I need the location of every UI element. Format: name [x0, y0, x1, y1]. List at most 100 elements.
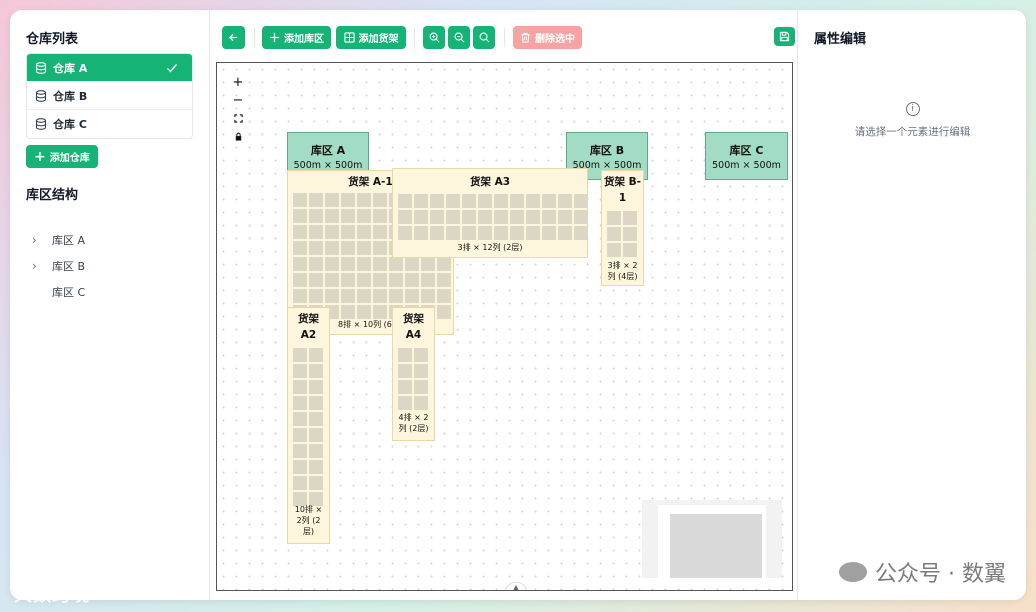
- warehouse-item-label: 仓库 C: [53, 118, 87, 131]
- back-button[interactable]: [222, 26, 245, 49]
- shelf-slot: [293, 444, 307, 458]
- shelf-slot: [325, 193, 339, 207]
- shelf-slot: [357, 273, 371, 287]
- canvas-zoom-out-button[interactable]: −: [229, 91, 247, 109]
- shelf-slot: [357, 241, 371, 255]
- zoom-in-button[interactable]: [423, 26, 445, 49]
- warehouse-item-a[interactable]: 仓库 A: [27, 54, 192, 82]
- search-icon: [479, 32, 489, 43]
- shelf-slot: [414, 194, 428, 208]
- shelf-a2[interactable]: 货架 A2 10排 × 2列 (2 层): [287, 307, 330, 544]
- lock-button[interactable]: [229, 127, 247, 145]
- shelf-slot: [373, 241, 387, 255]
- shelf-desc: 3排 × 2 列 (4层): [607, 261, 638, 281]
- shelf-slot: [357, 225, 371, 239]
- tree-item-area-c[interactable]: 库区 C: [26, 279, 193, 305]
- shelf-slot: [341, 257, 355, 271]
- delete-selected-label: 删除选中: [535, 34, 575, 45]
- shelf-slot: [574, 194, 588, 208]
- shelf-slot: [389, 289, 403, 303]
- lock-icon: [235, 132, 241, 141]
- shelf-slot: [373, 209, 387, 223]
- shelf-slot: [341, 241, 355, 255]
- shelf-slot: [414, 348, 428, 362]
- canvas-zoom-in-button[interactable]: +: [229, 73, 247, 91]
- zoom-out-button[interactable]: [448, 26, 470, 49]
- zoom-reset-button[interactable]: [473, 26, 495, 49]
- shelf-slot: [494, 210, 508, 224]
- shelf-slot: [574, 226, 588, 240]
- delete-selected-button[interactable]: 删除选中: [513, 26, 582, 49]
- warehouse-item-c[interactable]: 仓库 C: [27, 110, 192, 138]
- shelf-slot: [462, 210, 476, 224]
- shelf-slot: [430, 194, 444, 208]
- shelf-slot: [398, 194, 412, 208]
- add-warehouse-button[interactable]: + 添加仓库: [26, 145, 98, 168]
- shelf-slot: [542, 226, 556, 240]
- shelf-b-1[interactable]: 货架 B-1 3排 × 2 列 (4层): [601, 170, 644, 286]
- shelf-slot: [325, 273, 339, 287]
- app-window: 仓库列表 仓库 A 仓库 B 仓库 C + 添加仓库 库区结构 › 库区 A ›…: [10, 10, 1026, 600]
- shelf-slot: [373, 225, 387, 239]
- shelf-slot: [293, 193, 307, 207]
- shelf-slot: [293, 460, 307, 474]
- shelf-slot: [398, 210, 412, 224]
- shelf-name: 货架 A4: [403, 313, 424, 341]
- area-name: 库区 B: [589, 143, 625, 157]
- shelf-slot: [309, 476, 323, 490]
- shelf-slot: [293, 225, 307, 239]
- area-c[interactable]: 库区 C 500m × 500m: [705, 132, 788, 180]
- shelf-slot: [309, 273, 323, 287]
- shelf-slot: [357, 305, 371, 319]
- watermark-right: 公众号 · 数翼: [839, 556, 1006, 588]
- database-icon: [35, 61, 47, 74]
- shelf-slot: [607, 243, 621, 257]
- trash-icon: [521, 32, 530, 43]
- shelf-slot: [373, 193, 387, 207]
- shelf-slot: [405, 289, 419, 303]
- shelf-slot: [437, 289, 451, 303]
- save-button[interactable]: [774, 27, 795, 46]
- fit-view-button[interactable]: [229, 109, 247, 127]
- database-icon: [35, 118, 47, 130]
- shelf-slot: [478, 194, 492, 208]
- shelf-slot: [510, 226, 524, 240]
- chevron-right-icon[interactable]: ›: [32, 259, 46, 273]
- shelf-slot: [398, 364, 412, 378]
- properties-empty-text: 请选择一个元素进行编辑: [854, 126, 971, 138]
- minimap[interactable]: [642, 500, 782, 578]
- warehouse-item-b[interactable]: 仓库 B: [27, 82, 192, 110]
- chevron-right-icon[interactable]: ›: [32, 233, 46, 247]
- shelf-slot: [437, 305, 451, 319]
- layout-canvas[interactable]: + − 库区 A 500m × 500m 库区 B 500m × 500m 库区…: [216, 62, 793, 591]
- shelf-slot: [437, 257, 451, 271]
- shelf-name: 货架 A2: [298, 313, 319, 341]
- shelf-slot: [309, 380, 323, 394]
- shelf-slot: [510, 194, 524, 208]
- grid-icon: [343, 32, 355, 43]
- arrow-left-icon: [228, 33, 238, 42]
- shelf-slot: [293, 396, 307, 410]
- shelf-slot: [389, 273, 403, 287]
- tree-item-area-a[interactable]: › 库区 A: [26, 227, 193, 253]
- tree-item-area-b[interactable]: › 库区 B: [26, 253, 193, 279]
- shelf-slot: [341, 305, 355, 319]
- shelf-slot: [421, 257, 435, 271]
- collapse-toggle[interactable]: ▲: [505, 582, 527, 590]
- info-icon: i: [905, 102, 920, 116]
- shelf-slot: [607, 211, 621, 225]
- minimap-viewport[interactable]: [670, 514, 762, 578]
- add-warehouse-label: 添加仓库: [49, 153, 90, 164]
- shelf-slot: [341, 273, 355, 287]
- shelf-a3[interactable]: 货架 A3 3排 × 12列 (2层): [392, 168, 588, 258]
- shelf-slot: [623, 243, 637, 257]
- shelf-slot: [526, 210, 540, 224]
- add-shelf-button[interactable]: 添加货架: [336, 26, 406, 49]
- shelf-slot: [325, 257, 339, 271]
- add-area-button[interactable]: 添加库区: [262, 26, 331, 49]
- shelf-slot: [373, 305, 387, 319]
- shelf-slot: [373, 257, 387, 271]
- shelf-a4[interactable]: 货架 A4 4排 × 2 列 (2层): [392, 307, 435, 441]
- warehouse-item-label: 仓库 B: [53, 89, 88, 103]
- shelf-slot: [421, 273, 435, 287]
